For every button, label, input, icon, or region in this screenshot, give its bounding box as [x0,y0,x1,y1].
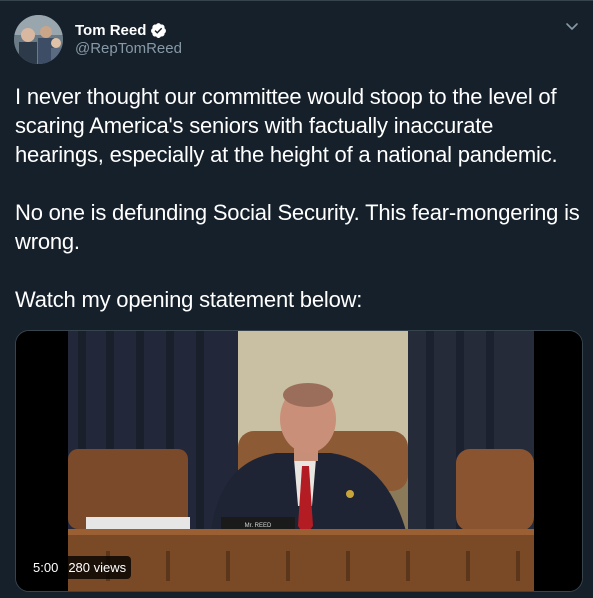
video-player[interactable]: Mr. REED 5:00 280 views [15,330,583,592]
video-meta-badge: 5:00 280 views [28,556,132,579]
video-thumbnail: Mr. REED [16,331,582,591]
chevron-down-icon[interactable] [563,17,581,35]
verified-badge-icon [150,22,167,39]
author-display-name[interactable]: Tom Reed [75,22,146,39]
video-views: 280 views [68,560,127,575]
tweet-text: I never thought our committee would stoo… [15,82,585,343]
tweet-card[interactable]: Tom Reed @RepTomReed I never thought our… [0,0,593,598]
tweet-paragraph: Watch my opening statement below: [15,287,363,312]
author-avatar[interactable] [14,15,63,64]
nameplate-text: Mr. REED [245,523,272,529]
tweet-paragraph: I never thought our committee would stoo… [15,84,558,167]
author-handle[interactable]: @RepTomReed [75,40,182,57]
video-duration: 5:00 [33,560,59,575]
tweet-paragraph: No one is defunding Social Security. Thi… [15,200,580,254]
